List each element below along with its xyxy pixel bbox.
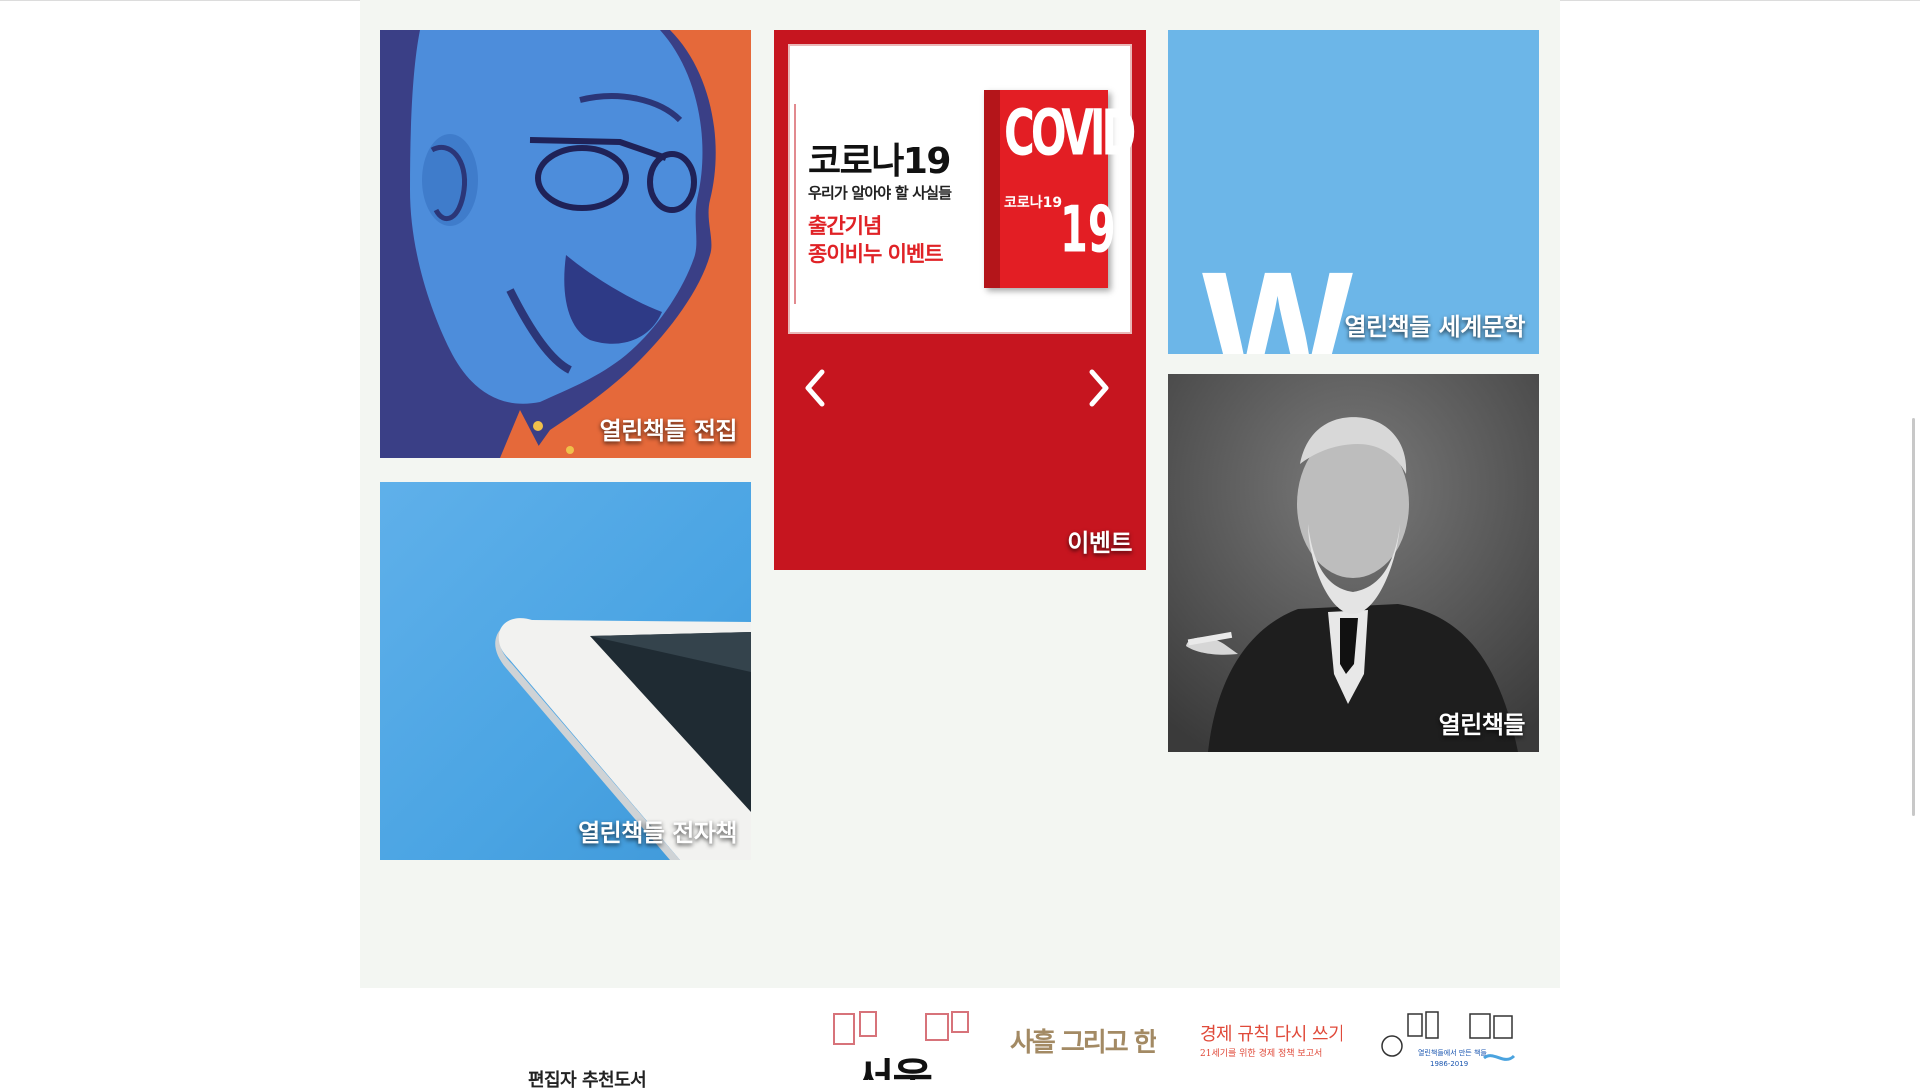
ebook-label: 열린책들 전자책 [578,819,737,847]
recommended-book-three-days[interactable]: 사흘 그리고 한 인생 [1008,1010,1156,1080]
portrait-photo-image [1168,374,1539,752]
tablet-image [495,618,751,860]
banner-event-line1: 출간기념 [808,214,882,238]
collected-works-label: 열린책들 전집 [599,417,738,445]
book-cover-number: 19 [1060,194,1116,268]
covid-book-cover: COVID 코로나19 19 [984,90,1136,288]
world-literature-logo: W [1202,238,1353,355]
recommended-book-seoul[interactable]: 서울 [826,1010,974,1080]
banner-subtitle: 우리가 알아야 할 사실들 [808,184,952,202]
recommended-book-rewriting-economic-rules[interactable]: 경제 규칙 다시 쓰기 21세기를 위한 경제 정책 보고서 [1194,1010,1342,1080]
tile-open-books[interactable]: 열린책들 [1168,374,1539,752]
chevron-left-icon[interactable] [798,366,832,410]
book-cover-subtitle: 코로나19 [1004,195,1063,211]
open-books-label: 열린책들 [1438,711,1526,739]
banner-event-line2: 종이비누 이벤트 [808,242,944,266]
three-days-title: 사흘 그리고 한 인생 [1010,1028,1156,1058]
chevron-right-icon[interactable] [1082,366,1116,410]
recommended-heading: 편집자 추천도서 [528,1070,647,1091]
catalog-cover-art [1381,1011,1516,1061]
recommended-book-open-books-catalog[interactable]: 열린책들에서 만든 책들 1986-2019 [1374,1010,1522,1080]
book-cover-title: COVID [1004,96,1136,170]
world-literature-label: 열린책들 세계문학 [1344,313,1526,341]
economic-rules-subtitle: 21세기를 위한 경제 정책 보고서 [1200,1049,1323,1059]
banner-title: 코로나19 [808,141,951,182]
tile-event[interactable]: 코로나19 우리가 알아야 할 사실들 출간기념 종이비누 이벤트 COVID … [774,30,1146,570]
seoul-title: 서울 [854,1044,933,1080]
collected-works-portrait-image [380,30,751,458]
event-banner[interactable]: 코로나19 우리가 알아야 할 사실들 출간기념 종이비누 이벤트 COVID … [788,44,1136,334]
banner-accent-line [794,104,796,304]
tile-collected-works[interactable]: 열린책들 전집 [380,30,751,458]
economic-rules-title: 경제 규칙 다시 쓰기 [1200,1024,1342,1045]
book-spine [984,90,1000,288]
tile-world-literature[interactable]: W 열린책들 세계문학 [1168,30,1539,354]
catalog-title: 열린책들에서 만든 책들 [1418,1049,1487,1057]
catalog-years: 1986-2019 [1430,1060,1469,1068]
event-label: 이벤트 [1067,529,1132,557]
page-scrollbar[interactable] [1912,418,1915,816]
tile-ebook[interactable]: 열린책들 전자책 [380,482,751,860]
